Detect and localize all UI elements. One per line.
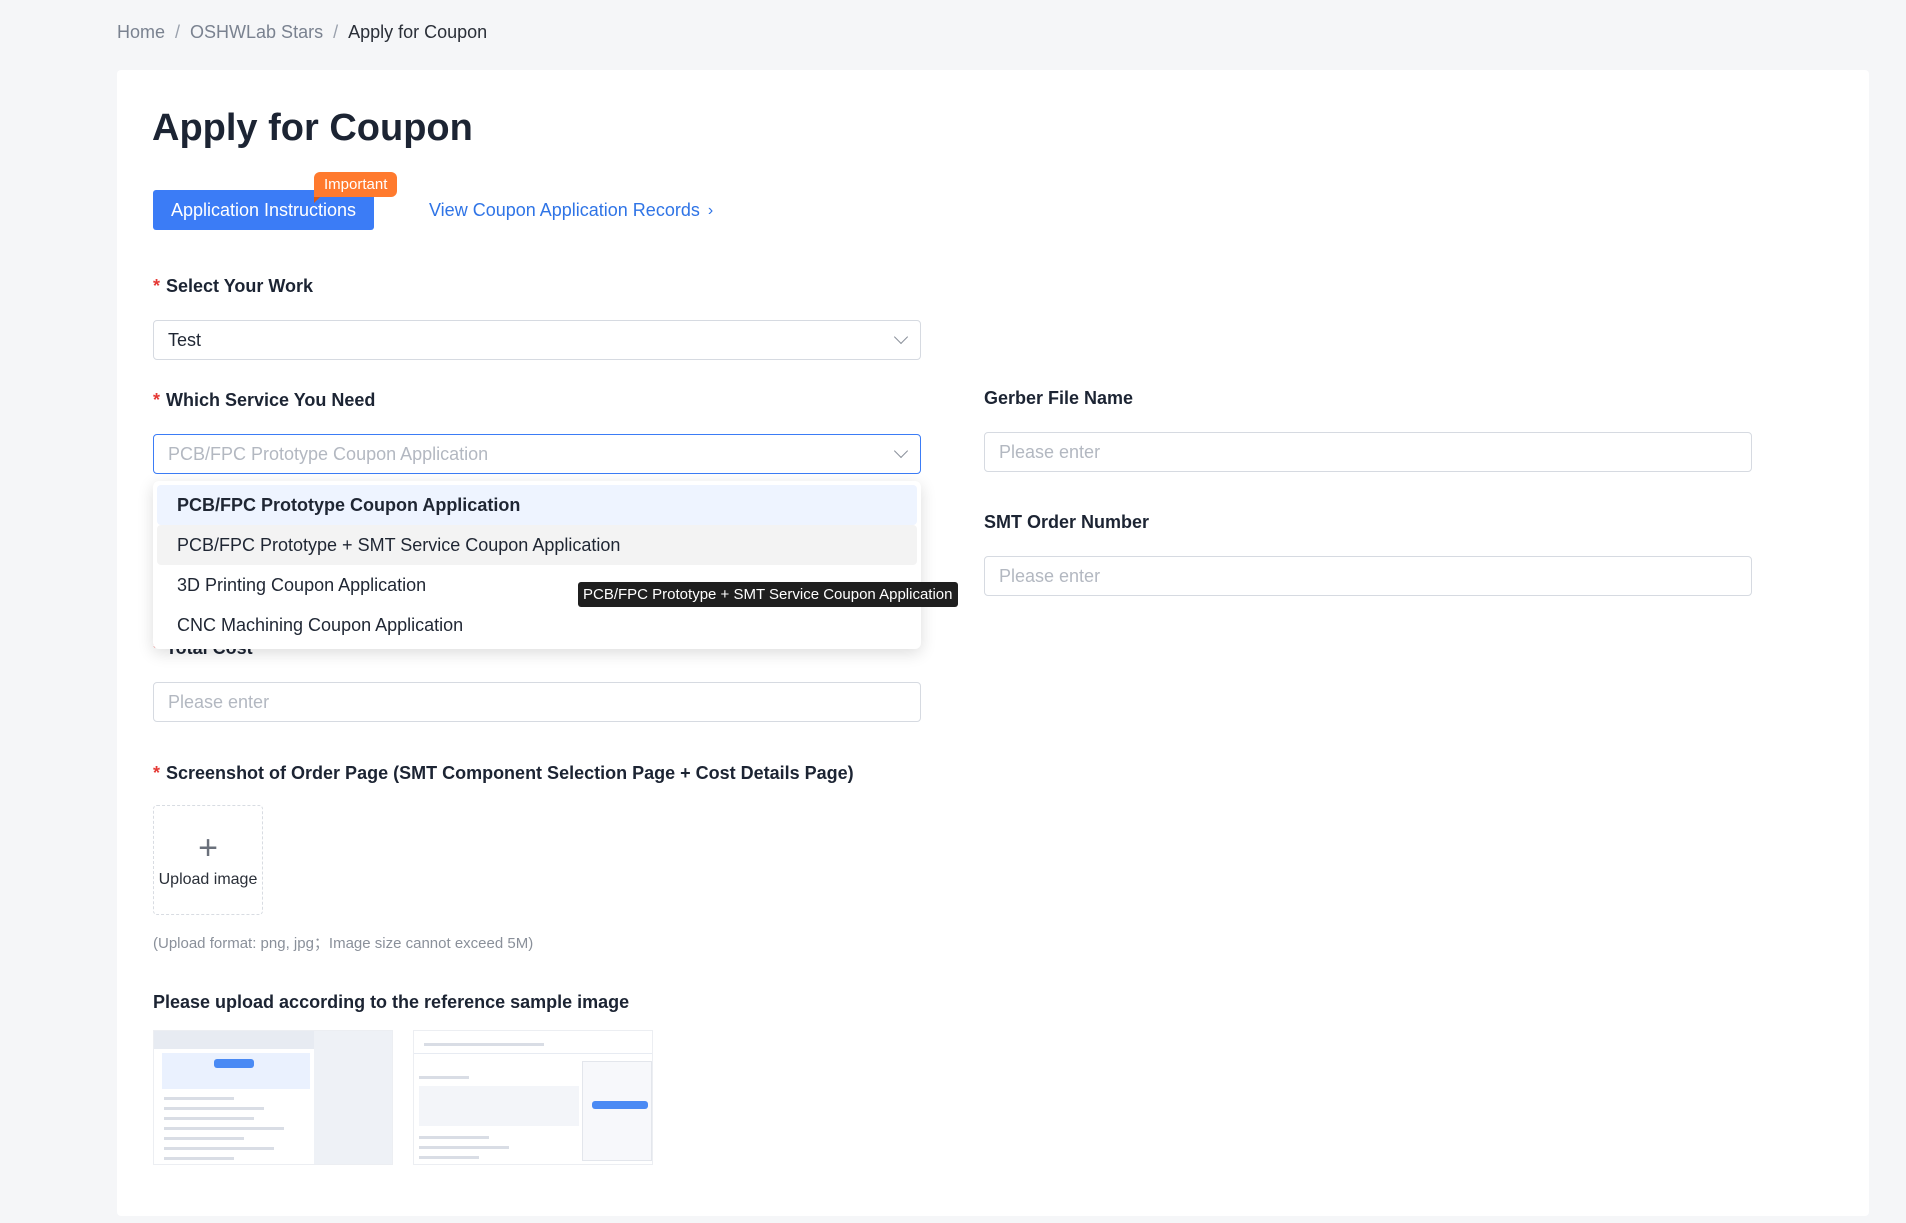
view-records-link[interactable]: View Coupon Application Records › — [429, 200, 713, 221]
upload-image-label: Upload image — [158, 871, 258, 888]
upload-hint: (Upload format: png, jpg；Image size cann… — [153, 935, 534, 952]
smt-order-input[interactable]: Please enter — [984, 556, 1752, 596]
option-tooltip: PCB/FPC Prototype + SMT Service Coupon A… — [578, 582, 958, 607]
breadcrumb-current: Apply for Coupon — [348, 22, 488, 42]
chevron-down-icon — [893, 443, 909, 459]
screenshot-label-text: Screenshot of Order Page (SMT Component … — [166, 763, 854, 783]
service-dropdown: PCB/FPC Prototype Coupon Application PCB… — [153, 481, 921, 649]
total-cost-input[interactable]: Please enter — [153, 682, 921, 722]
service-option[interactable]: PCB/FPC Prototype + SMT Service Coupon A… — [157, 525, 917, 565]
reference-sample-image[interactable] — [153, 1030, 393, 1165]
reference-label: Please upload according to the reference… — [153, 992, 630, 1012]
chevron-right-icon: › — [707, 201, 714, 219]
breadcrumb-oshwlab-stars[interactable]: OSHWLab Stars — [190, 22, 323, 43]
required-mark: * — [153, 276, 161, 296]
service-label-text: Which Service You Need — [166, 390, 376, 410]
breadcrumb-separator: / — [175, 22, 181, 42]
breadcrumb-separator: / — [333, 22, 339, 42]
important-badge: Important — [314, 172, 398, 203]
required-mark: * — [153, 390, 161, 410]
select-work-label-text: Select Your Work — [166, 276, 314, 296]
reference-sample-image[interactable] — [413, 1030, 653, 1165]
gerber-label: Gerber File Name — [984, 388, 1134, 408]
breadcrumb: Home / OSHWLab Stars / Apply for Coupon — [117, 22, 487, 43]
gerber-input[interactable]: Please enter — [984, 432, 1752, 472]
service-option[interactable]: CNC Machining Coupon Application — [157, 605, 917, 645]
service-select[interactable]: PCB/FPC Prototype Coupon Application — [153, 434, 921, 474]
upload-image-button[interactable]: + Upload image — [153, 805, 263, 915]
chevron-down-icon — [893, 329, 909, 345]
view-records-label: View Coupon Application Records — [429, 200, 700, 220]
work-select[interactable]: Test — [153, 320, 921, 360]
total-cost-input-placeholder: Please enter — [168, 691, 270, 712]
smt-order-label: SMT Order Number — [984, 512, 1150, 532]
breadcrumb-home[interactable]: Home — [117, 22, 165, 43]
service-label: * Which Service You Need — [153, 390, 375, 411]
select-work-label: * Select Your Work — [153, 276, 313, 297]
required-mark: * — [153, 763, 161, 783]
work-select-value: Test — [168, 329, 202, 350]
screenshot-label: * Screenshot of Order Page (SMT Component… — [153, 763, 854, 784]
smt-order-input-placeholder: Please enter — [999, 565, 1101, 586]
page-title: Apply for Coupon — [152, 107, 473, 149]
plus-icon: + — [198, 829, 218, 867]
gerber-input-placeholder: Please enter — [999, 441, 1101, 462]
service-option[interactable]: PCB/FPC Prototype Coupon Application — [157, 485, 917, 525]
service-select-placeholder: PCB/FPC Prototype Coupon Application — [168, 443, 489, 464]
